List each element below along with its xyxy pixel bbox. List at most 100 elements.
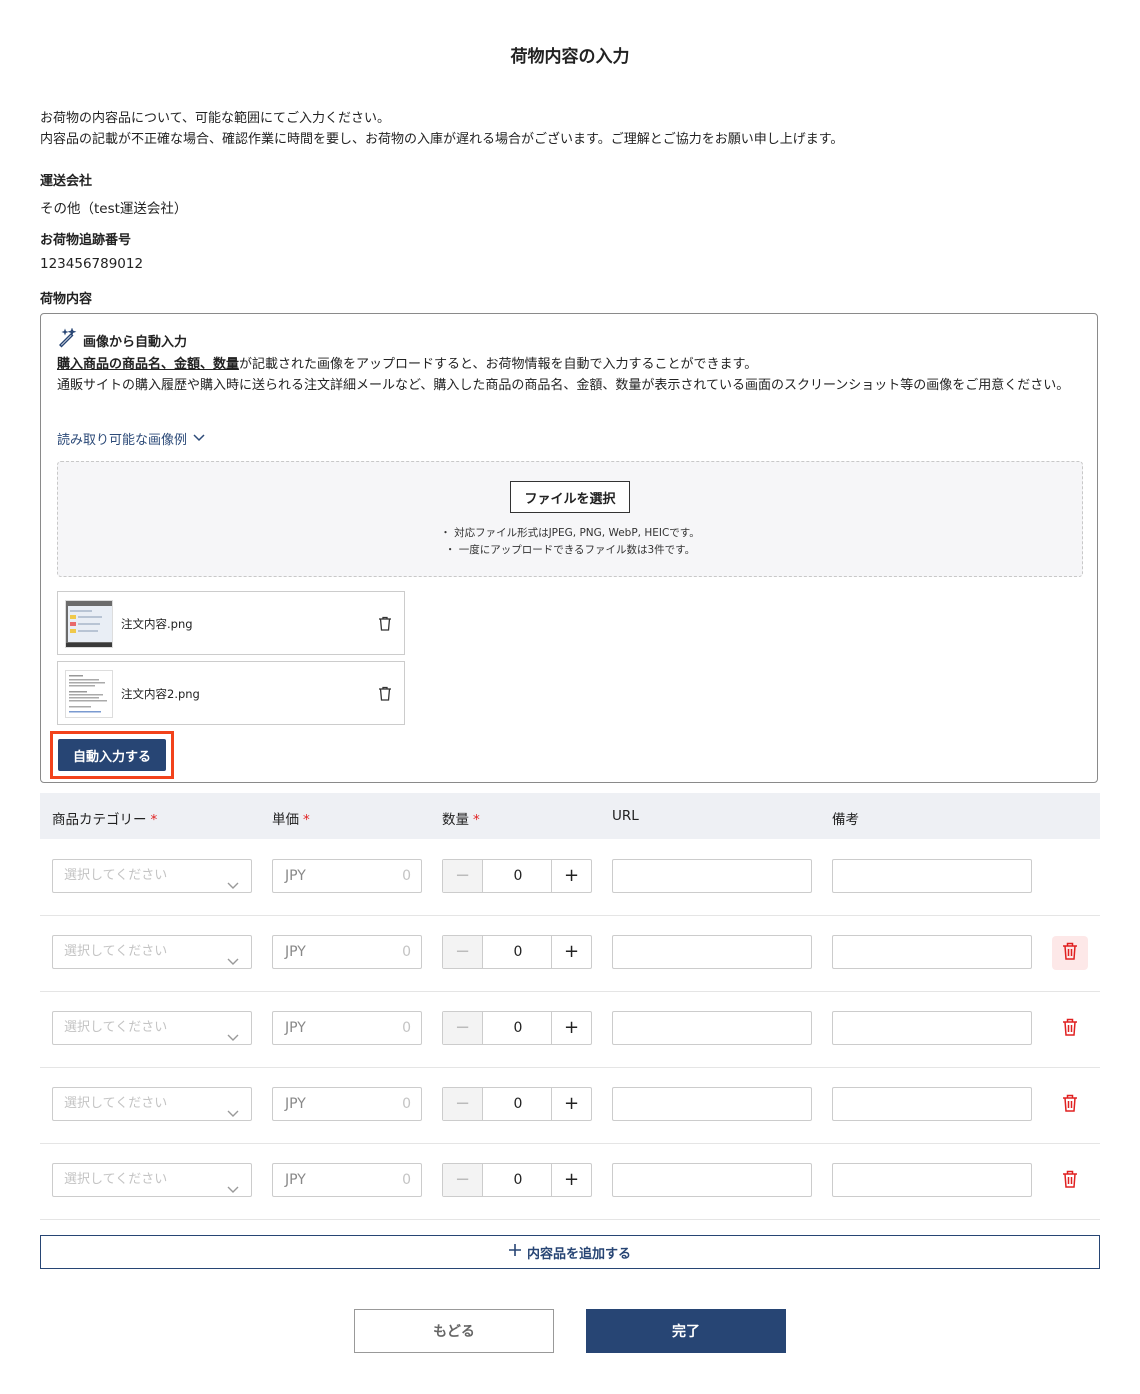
trash-icon [1062, 1094, 1078, 1116]
header-qty: 数量 * [442, 808, 480, 828]
note-input[interactable] [832, 935, 1032, 969]
quantity-value[interactable]: 0 [483, 936, 553, 968]
unit-price-input[interactable]: JPY 0 [272, 1011, 422, 1045]
note-input[interactable] [832, 859, 1032, 893]
url-input[interactable] [612, 1163, 812, 1197]
file-thumbnail [65, 670, 113, 718]
category-select[interactable]: 選択してください [52, 935, 252, 969]
url-input[interactable] [612, 1087, 812, 1121]
file-name: 注文内容.png [121, 617, 193, 631]
increment-button[interactable]: + [551, 1012, 591, 1044]
increment-button[interactable]: + [551, 1164, 591, 1196]
carrier-label: 運送会社 [40, 174, 93, 189]
auto-input-panel: 画像から自動入力 購入商品の商品名、金額、数量が記載された画像をアップロードする… [40, 313, 1098, 783]
currency-label: JPY [285, 944, 306, 960]
quantity-value[interactable]: 0 [483, 1164, 553, 1196]
note-input[interactable] [832, 1011, 1032, 1045]
trash-icon[interactable] [378, 616, 392, 635]
increment-button[interactable]: + [551, 936, 591, 968]
auto-input-description: 購入商品の商品名、金額、数量が記載された画像をアップロードすると、お荷物情報を自… [57, 354, 1087, 396]
header-qty-label: 数量 [442, 812, 469, 828]
note-input[interactable] [832, 1087, 1032, 1121]
quantity-value[interactable]: 0 [483, 1012, 553, 1044]
quantity-value[interactable]: 0 [483, 1088, 553, 1120]
decrement-button[interactable]: − [443, 1088, 483, 1120]
category-placeholder: 選択してください [64, 868, 168, 883]
price-value: 0 [402, 944, 411, 960]
add-item-button[interactable]: 内容品を追加する [40, 1235, 1100, 1269]
item-row: 選択してください JPY 0−0 + [40, 1143, 1100, 1220]
url-input[interactable] [612, 1011, 812, 1045]
trash-icon [1062, 1170, 1078, 1192]
price-value: 0 [402, 1096, 411, 1112]
magic-wand-icon [57, 327, 77, 352]
currency-label: JPY [285, 1020, 306, 1036]
page-title: 荷物内容の入力 [510, 47, 630, 67]
delete-row-button[interactable] [1052, 936, 1088, 970]
back-button[interactable]: もどる [354, 1309, 554, 1353]
currency-label: JPY [285, 868, 306, 884]
plus-icon [508, 1244, 521, 1260]
item-row: 選択してください JPY 0−0 + [40, 915, 1100, 992]
auto-input-highlight: 自動入力する [50, 731, 174, 779]
unit-price-input[interactable]: JPY 0 [272, 935, 422, 969]
done-button[interactable]: 完了 [586, 1309, 786, 1353]
required-mark: * [473, 812, 480, 828]
item-row: 選択してください JPY 0−0 + [40, 839, 1100, 916]
unit-price-input[interactable]: JPY 0 [272, 1087, 422, 1121]
chevron-down-icon [227, 871, 239, 903]
category-select[interactable]: 選択してください [52, 859, 252, 893]
url-input[interactable] [612, 935, 812, 969]
delete-row-button[interactable] [1052, 1164, 1088, 1198]
decrement-button[interactable]: − [443, 1012, 483, 1044]
category-placeholder: 選択してください [64, 944, 168, 959]
category-placeholder: 選択してください [64, 1172, 168, 1187]
auto-input-desc-rest: が記載された画像をアップロードすると、お荷物情報を自動で入力することができます。 [239, 357, 758, 372]
quantity-stepper: −0 + [442, 1163, 592, 1197]
header-category: 商品カテゴリー * [52, 808, 157, 828]
add-item-label: 内容品を追加する [526, 1246, 631, 1262]
quantity-stepper: −0 + [442, 1087, 592, 1121]
url-input[interactable] [612, 859, 812, 893]
auto-input-button[interactable]: 自動入力する [58, 739, 166, 771]
increment-button[interactable]: + [551, 1088, 591, 1120]
choose-file-button[interactable]: ファイルを選択 [510, 481, 630, 513]
item-row: 選択してください JPY 0−0 + [40, 1067, 1100, 1144]
increment-button[interactable]: + [551, 860, 591, 892]
auto-input-header: 画像から自動入力 [57, 327, 187, 352]
quantity-value[interactable]: 0 [483, 860, 553, 892]
trash-icon [1062, 1018, 1078, 1040]
chevron-down-icon [227, 1023, 239, 1055]
contents-label: 荷物内容 [40, 292, 93, 307]
decrement-button[interactable]: − [443, 1164, 483, 1196]
intro-line-1: お荷物の内容品について、可能な範囲にてご入力ください。 [40, 111, 390, 126]
file-name: 注文内容2.png [121, 687, 200, 701]
unit-price-input[interactable]: JPY 0 [272, 859, 422, 893]
uploaded-file-item: 注文内容.png [57, 591, 405, 655]
tracking-value: 123456789012 [40, 256, 144, 272]
delete-row-button[interactable] [1052, 1012, 1088, 1046]
decrement-button[interactable]: − [443, 936, 483, 968]
trash-icon[interactable] [378, 686, 392, 705]
note-input[interactable] [832, 1163, 1032, 1197]
category-select[interactable]: 選択してください [52, 1163, 252, 1197]
unit-price-input[interactable]: JPY 0 [272, 1163, 422, 1197]
file-thumbnail [65, 600, 113, 648]
tracking-label: お荷物追跡番号 [40, 233, 132, 248]
image-examples-link[interactable]: 読み取り可能な画像例 [57, 429, 205, 448]
intro-text: お荷物の内容品について、可能な範囲にてご入力ください。 内容品の記載が不正確な場… [40, 108, 843, 150]
delete-row-button[interactable] [1052, 1088, 1088, 1122]
file-dropzone[interactable]: ファイルを選択 ・ 対応ファイル形式はJPEG, PNG, WebP, HEIC… [57, 461, 1083, 577]
category-select[interactable]: 選択してください [52, 1011, 252, 1045]
category-placeholder: 選択してください [64, 1020, 168, 1035]
quantity-stepper: −0 + [442, 935, 592, 969]
chevron-down-icon [227, 1175, 239, 1207]
chevron-down-icon [227, 1099, 239, 1131]
uploaded-file-item: 注文内容2.png [57, 661, 405, 725]
image-examples-label: 読み取り可能な画像例 [57, 433, 188, 448]
category-select[interactable]: 選択してください [52, 1087, 252, 1121]
header-price-label: 単価 [272, 812, 299, 828]
decrement-button[interactable]: − [443, 860, 483, 892]
chevron-down-icon [227, 947, 239, 979]
price-value: 0 [402, 1172, 411, 1188]
